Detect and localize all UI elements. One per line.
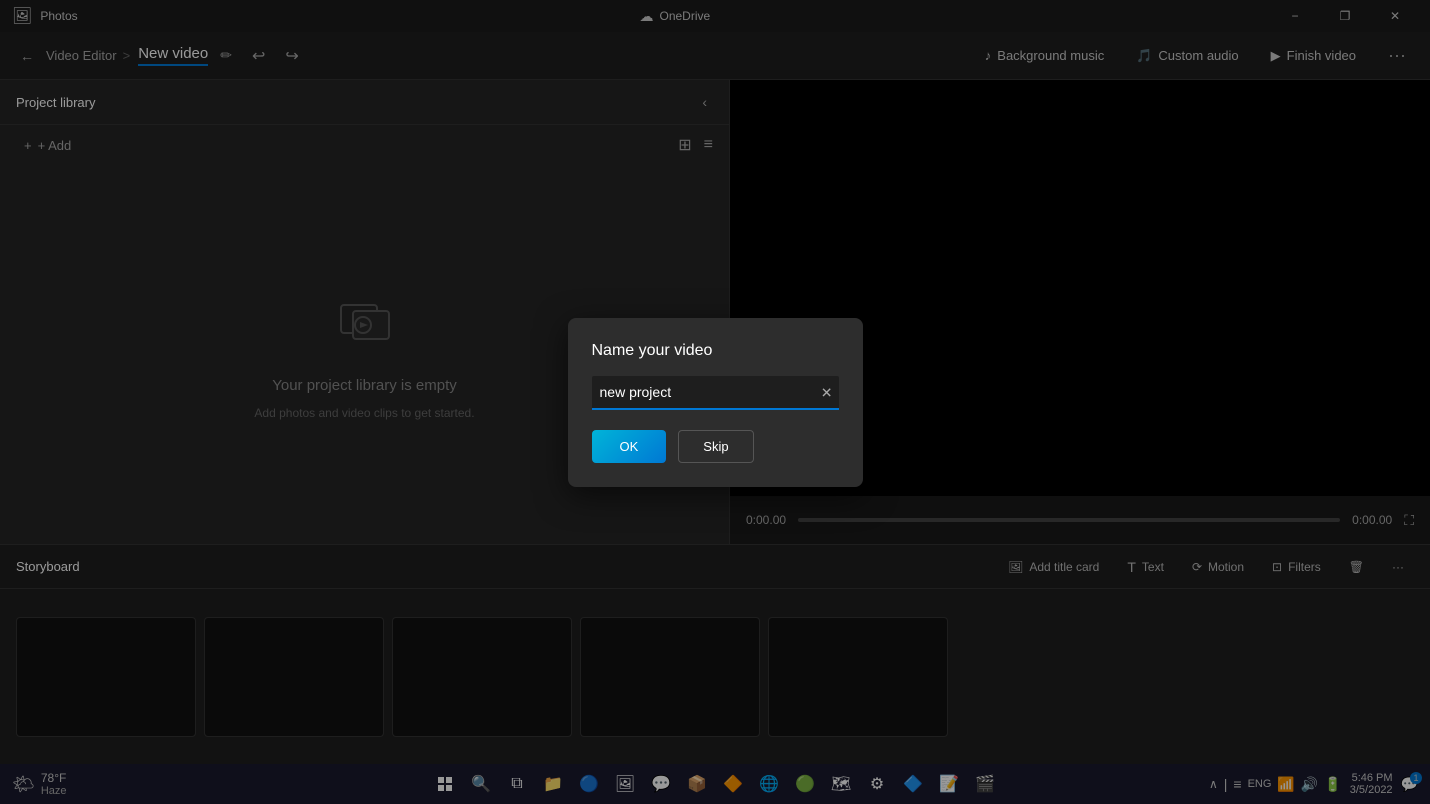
dialog-buttons: OK Skip	[592, 430, 839, 463]
dialog-input-wrapper: ✕	[592, 376, 839, 410]
ok-button[interactable]: OK	[592, 430, 667, 463]
skip-button[interactable]: Skip	[678, 430, 753, 463]
name-video-dialog: Name your video ✕ OK Skip	[568, 318, 863, 487]
dialog-title: Name your video	[592, 342, 839, 360]
dialog-overlay: Name your video ✕ OK Skip	[0, 0, 1430, 804]
video-name-input[interactable]	[592, 376, 839, 410]
clear-input-button[interactable]: ✕	[821, 384, 833, 401]
